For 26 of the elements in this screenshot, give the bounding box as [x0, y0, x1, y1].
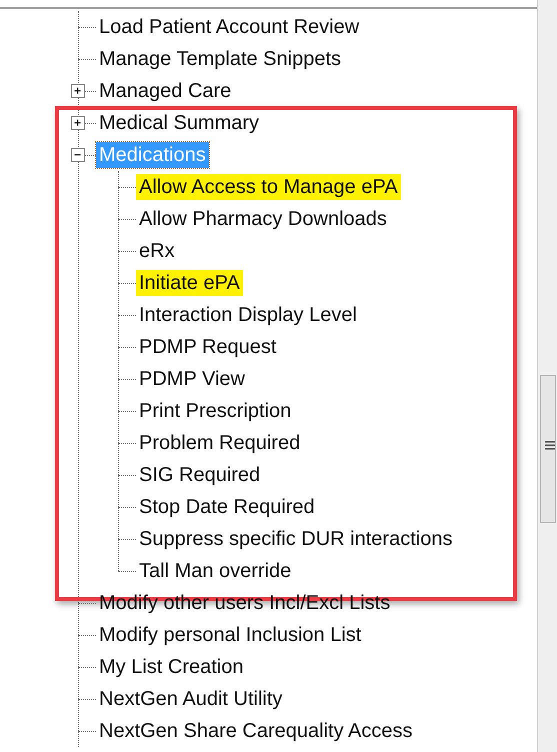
- expand-icon[interactable]: [71, 116, 85, 130]
- tree-item[interactable]: Print Prescription: [136, 398, 294, 424]
- tree-item[interactable]: Allow Pharmacy Downloads: [136, 206, 390, 232]
- tree-item[interactable]: eRx: [136, 238, 178, 264]
- tree-item[interactable]: Interaction Display Level: [136, 302, 360, 328]
- tree-item[interactable]: Manage Template Snippets: [96, 46, 344, 72]
- scrollbar-thumb[interactable]: [540, 375, 556, 523]
- tree-item[interactable]: Tall Man override: [136, 558, 294, 584]
- tree-item[interactable]: Stop Date Required: [136, 494, 318, 520]
- tree-item[interactable]: Suppress specific DUR interactions: [136, 526, 456, 552]
- tree-item[interactable]: Modify personal Inclusion List: [96, 622, 364, 648]
- tree-item[interactable]: Medical Summary: [96, 110, 262, 136]
- tree-item[interactable]: NextGen Share Carequality Access: [96, 718, 416, 744]
- expand-icon[interactable]: [71, 84, 85, 98]
- tree-item[interactable]: My List Creation: [96, 654, 246, 680]
- tree-item[interactable]: Problem Required: [136, 430, 304, 456]
- tree-item[interactable]: Load Patient Account Review: [96, 14, 362, 40]
- tree-item[interactable]: SIG Required: [136, 462, 264, 488]
- tree-item[interactable]: Initiate ePA: [136, 270, 243, 296]
- tree-item[interactable]: PDMP Request: [136, 334, 280, 360]
- tree-item[interactable]: PDMP View: [136, 366, 248, 392]
- tree-item[interactable]: NextGen Audit Utility: [96, 686, 286, 712]
- tree-item[interactable]: Allow Access to Manage ePA: [136, 174, 401, 200]
- grip-icon: [545, 440, 555, 450]
- tree-item[interactable]: Managed Care: [96, 78, 234, 104]
- collapse-icon[interactable]: [71, 148, 85, 162]
